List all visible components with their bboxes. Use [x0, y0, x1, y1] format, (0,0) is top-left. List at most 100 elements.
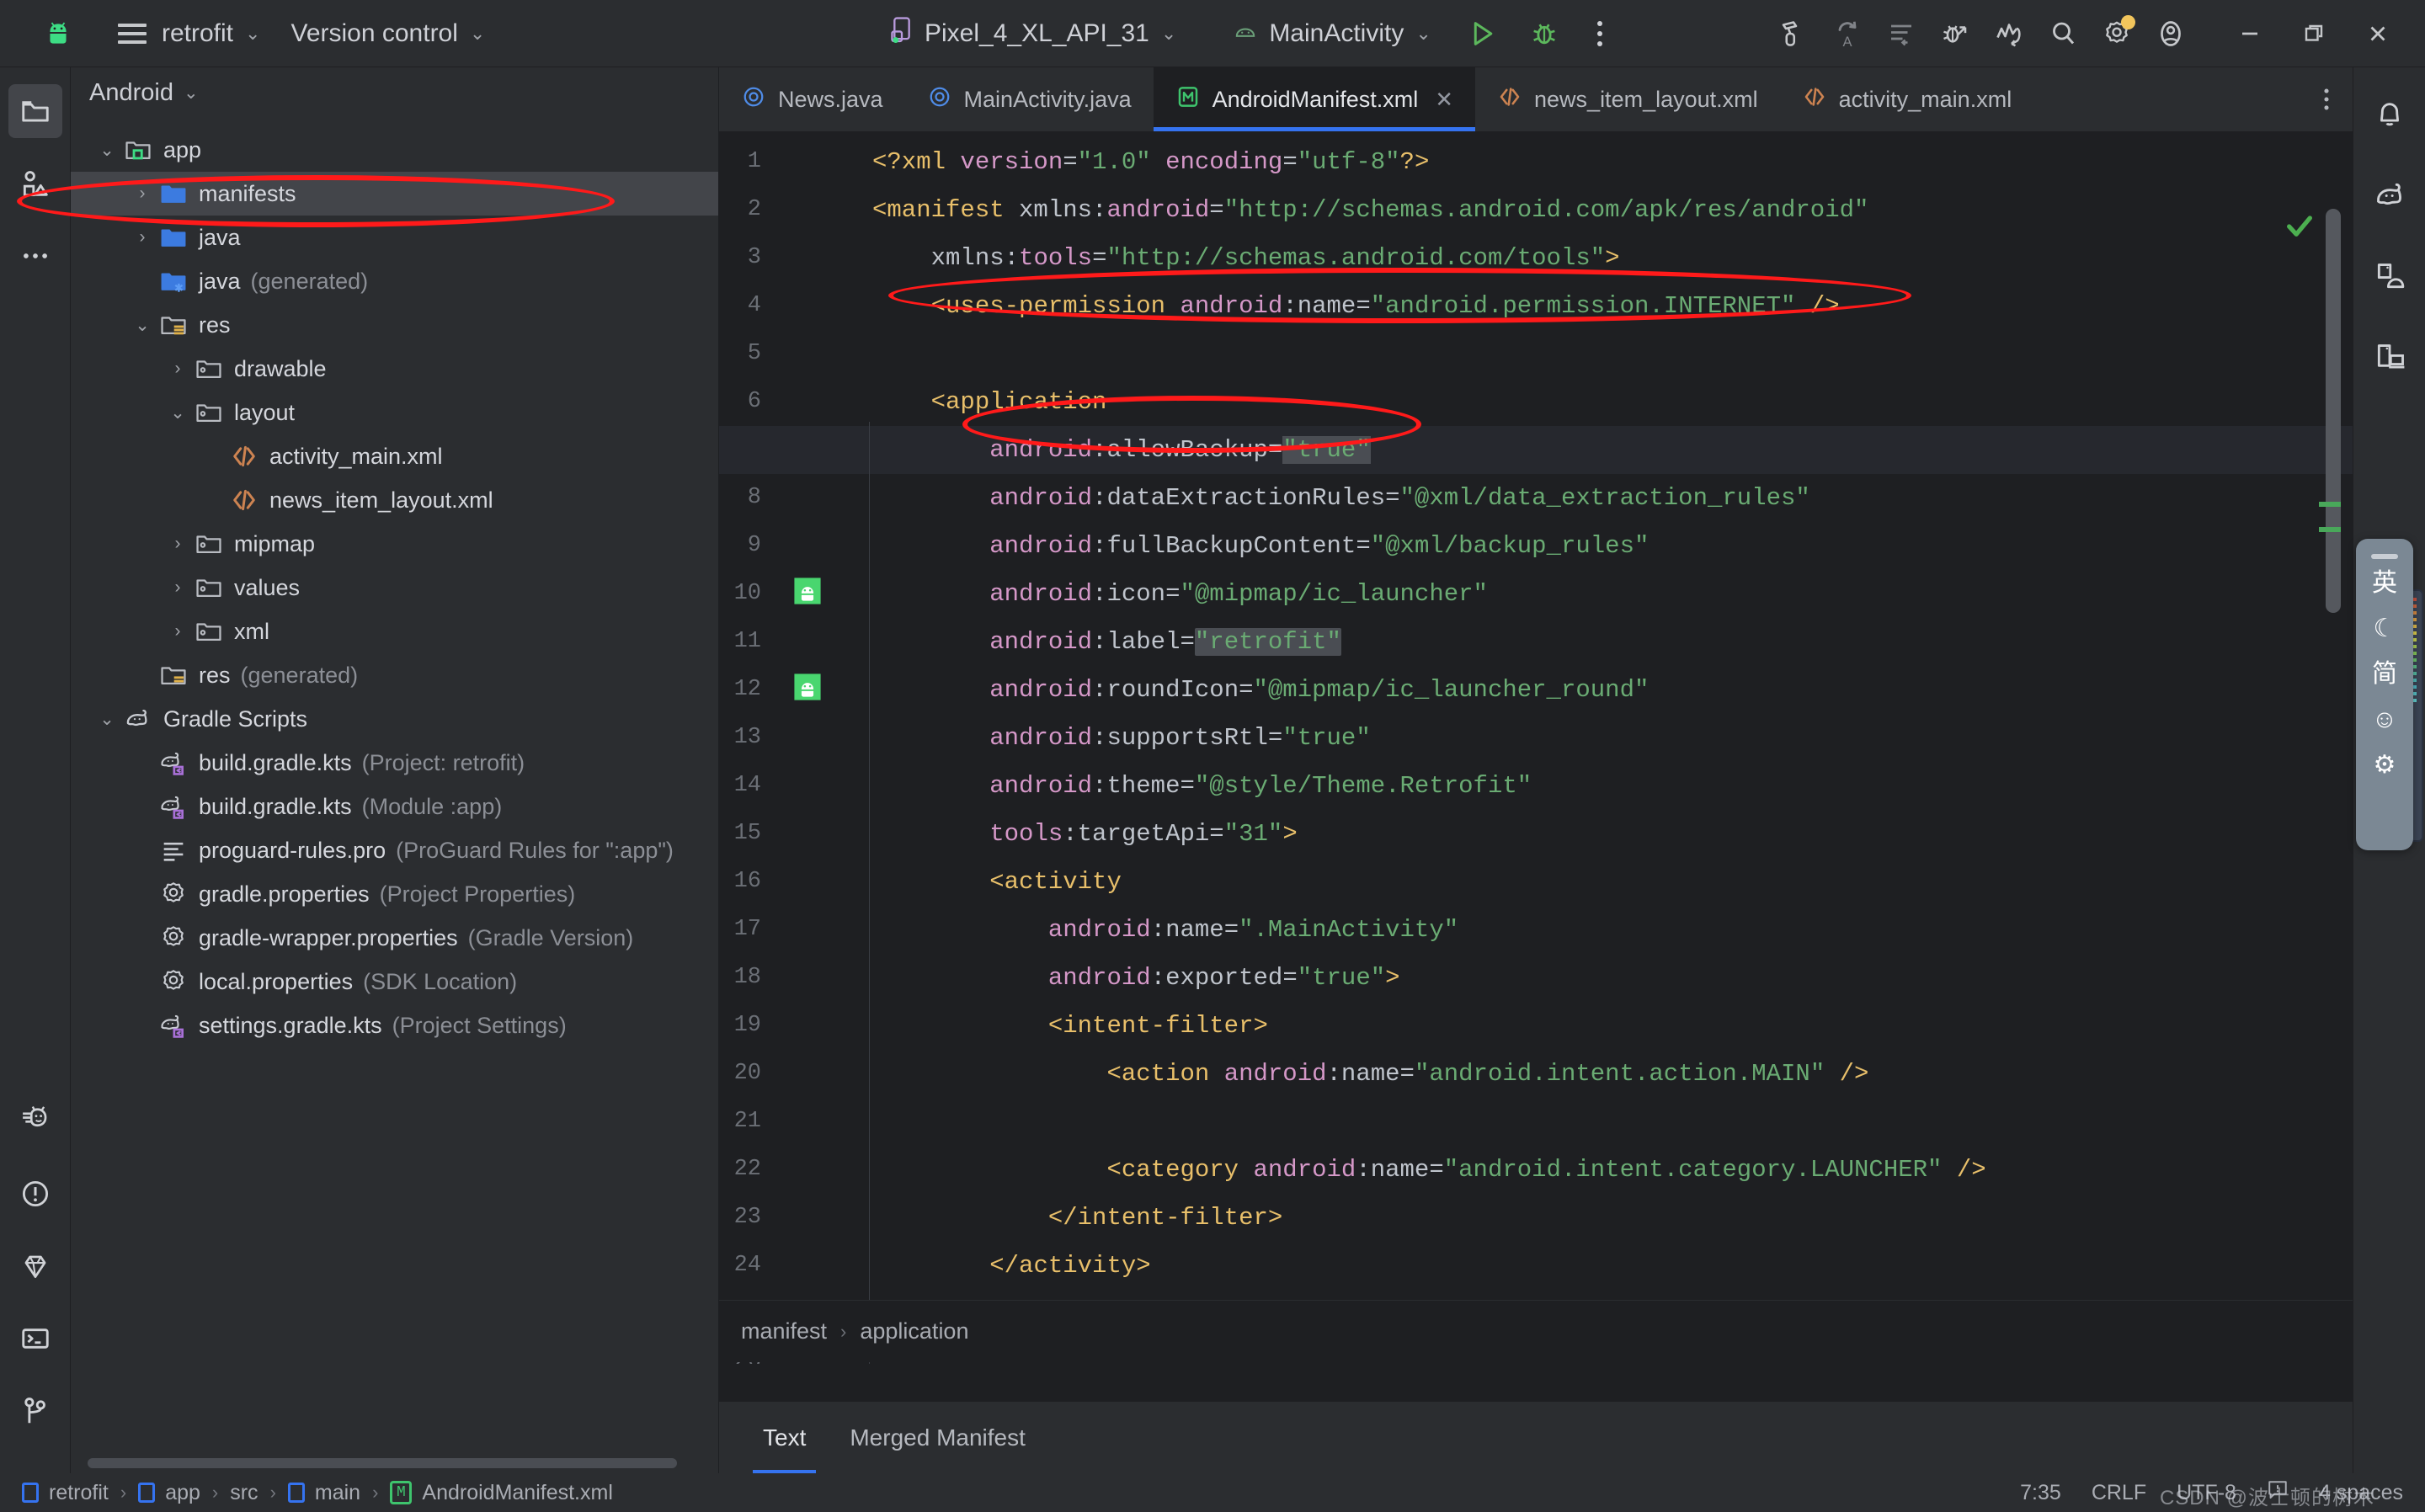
tree-row-res[interactable]: ›res(generated): [71, 653, 718, 697]
editor-tab-news-java[interactable]: News.java: [719, 67, 905, 131]
tree-row-drawable[interactable]: › drawable: [71, 347, 718, 391]
device-name-label: Pixel_4_XL_API_31: [925, 19, 1149, 47]
ime-emoji-icon[interactable]: ☺: [2372, 707, 2398, 732]
ime-moon-icon[interactable]: ☾: [2374, 616, 2396, 642]
ime-simplified-icon[interactable]: 简: [2372, 662, 2397, 687]
tree-row-gradle-wrapper-properties[interactable]: ›gradle-wrapper.properties(Gradle Versio…: [71, 916, 718, 960]
tree-row-build-gradle-kts[interactable]: ›build.gradle.kts(Module :app): [71, 785, 718, 828]
status-path-item[interactable]: M AndroidManifest.xml: [390, 1481, 613, 1505]
chevron-right-icon[interactable]: ›: [163, 359, 192, 379]
tree-row-java[interactable]: ›java(generated): [71, 259, 718, 303]
svg-text:A: A: [1842, 35, 1852, 49]
close-window-button[interactable]: [2351, 7, 2405, 61]
run-button[interactable]: [1455, 7, 1509, 61]
editor-tab-androidmanifest-xml[interactable]: AndroidManifest.xml ✕: [1153, 67, 1476, 131]
more-run-actions-button[interactable]: [1580, 7, 1620, 61]
chevron-right-icon[interactable]: ›: [163, 621, 192, 642]
sidebar-item-structure[interactable]: [8, 157, 62, 210]
tree-row-app[interactable]: ⌄ app: [71, 128, 718, 172]
notifications-bell-icon[interactable]: [2363, 88, 2417, 141]
status-path-item[interactable]: src: [230, 1481, 258, 1505]
attach-debugger-icon[interactable]: [1928, 7, 1982, 61]
editor-bottom-tab-text[interactable]: Text: [741, 1402, 828, 1474]
tree-row-xml[interactable]: › xml: [71, 610, 718, 653]
tree-row-gradle-scripts[interactable]: ⌄ Gradle Scripts: [71, 697, 718, 741]
chevron-right-icon[interactable]: ›: [163, 578, 192, 598]
folder-square-icon: [22, 1483, 39, 1503]
editor-tab-options-button[interactable]: [2312, 67, 2353, 131]
sidebar-item-version-control[interactable]: [8, 1384, 62, 1438]
breadcrumb-item[interactable]: application: [860, 1318, 968, 1344]
project-selector[interactable]: retrofit ⌄: [147, 13, 275, 55]
code-token: :icon: [1092, 580, 1166, 608]
editor-tab-mainactivity-java[interactable]: MainActivity.java: [905, 67, 1154, 131]
chevron-right-icon[interactable]: ›: [163, 534, 192, 554]
sidebar-item-more[interactable]: [8, 229, 62, 283]
maximize-window-button[interactable]: [2287, 7, 2341, 61]
tree-row-news-item-layout-xml[interactable]: ›news_item_layout.xml: [71, 478, 718, 522]
chevron-right-icon[interactable]: ›: [128, 227, 157, 248]
editor-tab-news-item-layout-xml[interactable]: news_item_layout.xml: [1475, 67, 1780, 131]
tree-row-java[interactable]: › java: [71, 216, 718, 259]
sidebar-item-terminal[interactable]: [8, 1312, 62, 1366]
status-path-item[interactable]: app: [138, 1481, 200, 1505]
minimize-window-button[interactable]: [2223, 7, 2277, 61]
sidebar-item-build-variants[interactable]: [8, 1094, 62, 1148]
indent-label[interactable]: 4 spaces: [2319, 1481, 2403, 1505]
editor-tab-activity-main-xml[interactable]: activity_main.xml: [1780, 67, 2034, 131]
tree-row-proguard-rules-pro[interactable]: ›proguard-rules.pro(ProGuard Rules for "…: [71, 828, 718, 872]
close-tab-icon[interactable]: ✕: [1435, 87, 1453, 113]
launcher-icon[interactable]: [793, 673, 827, 706]
chevron-down-icon[interactable]: ⌄: [93, 709, 121, 730]
line-separator-label[interactable]: CRLF: [2092, 1481, 2146, 1505]
sidebar-item-problems[interactable]: [8, 1167, 62, 1221]
device-manager-icon[interactable]: [2363, 249, 2417, 303]
tree-row-gradle-properties[interactable]: ›gradle.properties(Project Properties): [71, 872, 718, 916]
encoding-label[interactable]: UTF-8: [2177, 1481, 2236, 1505]
ime-drag-handle[interactable]: [2371, 554, 2398, 559]
account-avatar-icon[interactable]: [2144, 7, 2198, 61]
ime-lang-en-icon[interactable]: 英: [2372, 571, 2397, 596]
tree-row-values[interactable]: › values: [71, 566, 718, 610]
tree-row-build-gradle-kts[interactable]: ›build.gradle.kts(Project: retrofit): [71, 741, 718, 785]
search-icon[interactable]: [2036, 7, 2090, 61]
gradle-elephant-icon[interactable]: [2363, 168, 2417, 222]
caret-position-label[interactable]: 7:35: [2020, 1481, 2061, 1505]
chevron-right-icon[interactable]: ›: [128, 184, 157, 204]
project-view-selector[interactable]: Android ⌄: [71, 67, 718, 118]
project-horizontal-scrollbar[interactable]: [88, 1458, 677, 1468]
status-path-item[interactable]: retrofit: [22, 1481, 109, 1505]
tree-row-res[interactable]: ⌄ res: [71, 303, 718, 347]
debug-button[interactable]: [1517, 7, 1571, 61]
tree-row-settings-gradle-kts[interactable]: ›settings.gradle.kts(Project Settings): [71, 1004, 718, 1047]
running-devices-icon[interactable]: [2363, 330, 2417, 384]
code-format-icon[interactable]: [1874, 7, 1928, 61]
sync-gradle-icon[interactable]: A: [1820, 7, 1874, 61]
device-selector[interactable]: Pixel_4_XL_API_31 ⌄: [876, 10, 1191, 57]
code-editor[interactable]: 1234567891011121314151617181920212223242…: [719, 131, 2353, 1364]
chevron-down-icon[interactable]: ⌄: [163, 402, 192, 423]
tree-row-manifests[interactable]: › manifests: [71, 172, 718, 216]
tree-row-mipmap[interactable]: › mipmap: [71, 522, 718, 566]
status-path-item[interactable]: main: [287, 1481, 360, 1505]
breadcrumb-item[interactable]: manifest: [741, 1318, 827, 1344]
build-hammer-icon[interactable]: [1767, 7, 1820, 61]
tree-row-layout[interactable]: ⌄ layout: [71, 391, 718, 434]
main-menu-button[interactable]: [118, 21, 147, 46]
editor-vertical-scrollbar[interactable]: [2326, 209, 2341, 613]
inspection-widget-icon[interactable]: [2267, 1479, 2289, 1507]
chevron-down-icon[interactable]: ⌄: [93, 140, 121, 161]
tree-row-activity-main-xml[interactable]: ›activity_main.xml: [71, 434, 718, 478]
sidebar-item-project[interactable]: [8, 84, 62, 138]
sidebar-item-app-quality-insights[interactable]: [8, 1239, 62, 1293]
run-configuration-selector[interactable]: MainActivity ⌄: [1218, 13, 1446, 55]
editor-bottom-tab-merged-manifest[interactable]: Merged Manifest: [828, 1402, 1047, 1474]
profiler-icon[interactable]: [1982, 7, 2036, 61]
settings-gear-icon[interactable]: [2090, 7, 2144, 61]
tree-row-local-properties[interactable]: ›local.properties(SDK Location): [71, 960, 718, 1004]
chevron-down-icon[interactable]: ⌄: [128, 315, 157, 336]
ime-settings-icon[interactable]: ⚙: [2374, 753, 2396, 778]
launcher-icon[interactable]: [793, 577, 827, 610]
version-control-menu[interactable]: Version control ⌄: [275, 13, 500, 55]
